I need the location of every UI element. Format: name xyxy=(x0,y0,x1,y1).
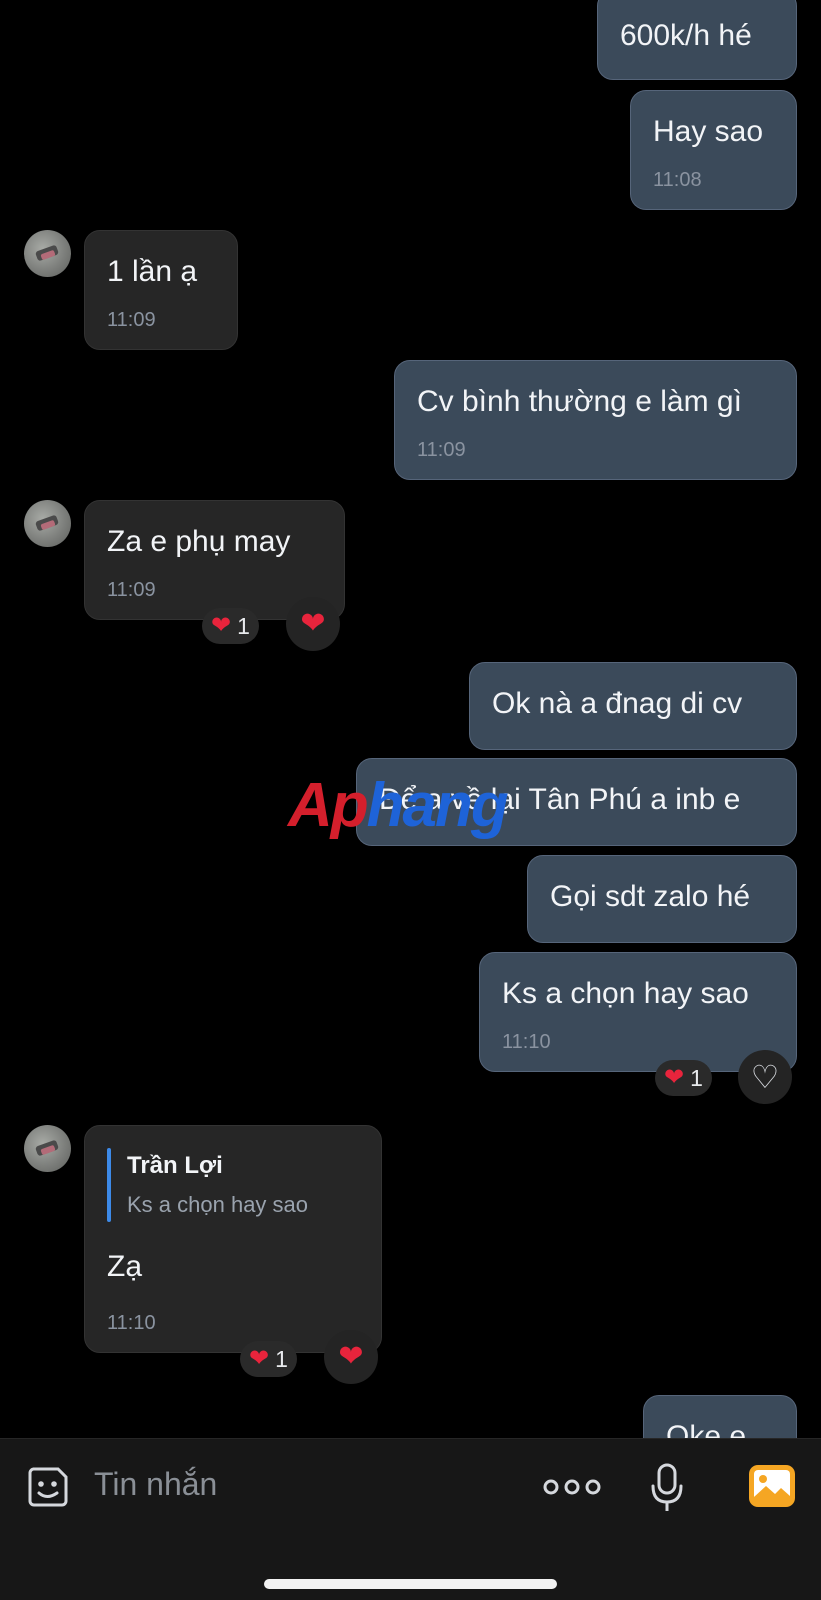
react-button[interactable]: ❤ xyxy=(286,597,340,651)
avatar[interactable] xyxy=(24,500,71,547)
message-bubble[interactable]: 600k/h hé xyxy=(597,0,797,80)
more-icon[interactable] xyxy=(542,1474,602,1500)
react-button[interactable]: ♡ xyxy=(738,1050,792,1104)
message-bubble[interactable]: Hay sao 11:08 xyxy=(630,90,797,210)
message-input[interactable]: Tin nhắn xyxy=(94,1466,217,1503)
heart-icon: ❤ xyxy=(338,1340,364,1373)
reaction-count: 1 xyxy=(237,612,250,639)
heart-icon: ❤ xyxy=(249,1345,270,1372)
heart-icon: ❤ xyxy=(211,612,232,639)
message-text: Gọi sdt zalo hé xyxy=(550,880,751,913)
reaction-count: 1 xyxy=(690,1064,703,1091)
react-button[interactable]: ❤ xyxy=(324,1330,378,1384)
home-indicator[interactable] xyxy=(264,1579,557,1589)
watermark: Aphang xyxy=(288,770,509,841)
microphone-icon[interactable] xyxy=(647,1462,687,1514)
message-bubble[interactable]: 1 lần ạ 11:09 xyxy=(84,230,238,350)
message-bubble[interactable]: Gọi sdt zalo hé xyxy=(527,855,797,943)
message-bubble[interactable]: Ok nà a đnag di cv xyxy=(469,662,797,750)
heart-outline-icon: ♡ xyxy=(750,1059,780,1095)
message-text: 1 lần ạ xyxy=(107,255,198,288)
reaction-count: 1 xyxy=(275,1345,288,1372)
message-time: 11:09 xyxy=(107,579,156,601)
message-time: 11:08 xyxy=(653,169,702,191)
reaction-summary[interactable]: ❤ 1 xyxy=(240,1341,297,1377)
watermark-part: Ap xyxy=(288,771,369,840)
avatar[interactable] xyxy=(24,1125,71,1172)
message-time: 11:10 xyxy=(107,1312,156,1334)
photo-icon[interactable] xyxy=(748,1464,796,1508)
quote-author: Trần Lợi xyxy=(127,1152,223,1179)
message-time: 11:10 xyxy=(502,1031,551,1053)
message-text: Cv bình thường e làm gì xyxy=(417,385,742,418)
message-time: 11:09 xyxy=(417,439,466,461)
quote-text: Ks a chọn hay sao xyxy=(127,1192,309,1217)
message-bubble[interactable]: Cv bình thường e làm gì 11:09 xyxy=(394,360,797,480)
sticker-icon[interactable] xyxy=(24,1463,72,1511)
watermark-part: hang xyxy=(366,771,509,840)
message-text: Ks a chọn hay sao xyxy=(502,977,749,1010)
message-text: Za e phụ may xyxy=(107,525,291,558)
message-text: Hay sao xyxy=(653,115,764,148)
reaction-summary[interactable]: ❤ 1 xyxy=(655,1060,712,1096)
reaction-summary[interactable]: ❤ 1 xyxy=(202,608,259,644)
quote-bar xyxy=(107,1148,111,1222)
message-text: 600k/h hé xyxy=(620,19,752,52)
heart-icon: ❤ xyxy=(664,1064,685,1091)
composer-bar: Tin nhắn xyxy=(0,1438,821,1600)
message-text: Zạ xyxy=(107,1250,143,1283)
divider xyxy=(0,1438,821,1439)
avatar[interactable] xyxy=(24,230,71,277)
heart-icon: ❤ xyxy=(300,607,326,640)
message-text: Ok nà a đnag di cv xyxy=(492,687,743,720)
message-bubble[interactable]: Trần Lợi Ks a chọn hay sao Zạ 11:10 xyxy=(84,1125,382,1353)
message-time: 11:09 xyxy=(107,309,156,331)
